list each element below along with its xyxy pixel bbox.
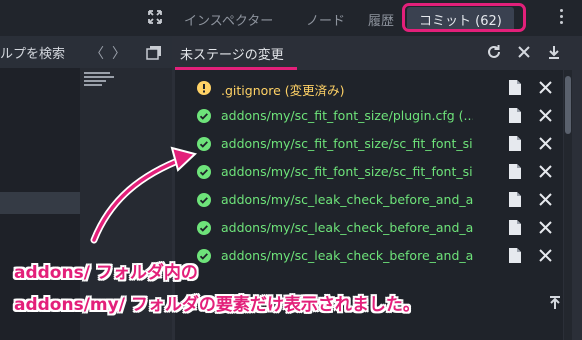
annotation-line-2: addons/my/ フォルダの要素だけ表示されました。 [14, 295, 420, 315]
annotation-line-1: addons/ フォルダ内の [14, 263, 198, 283]
annotation-arrow [90, 146, 198, 244]
